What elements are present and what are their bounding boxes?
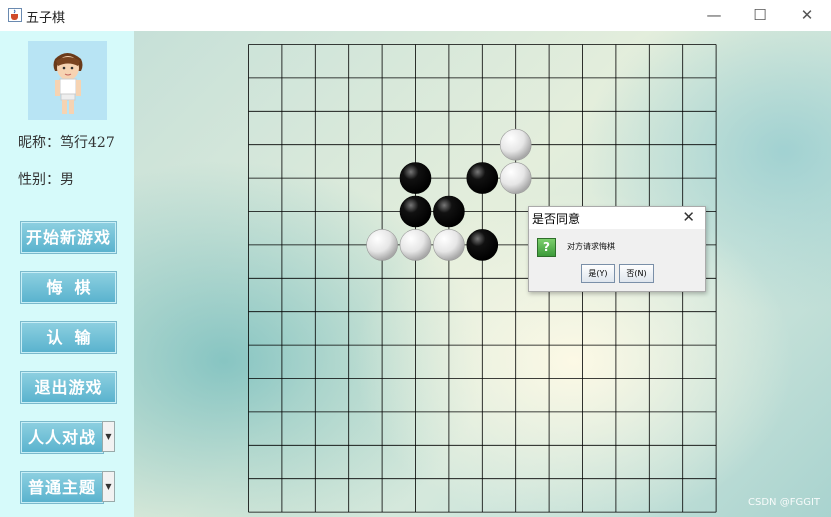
black-stone bbox=[399, 195, 432, 228]
new-game-button[interactable]: 开始新游戏 bbox=[21, 222, 116, 253]
gender-label: 性别： bbox=[18, 172, 60, 188]
black-stone bbox=[466, 162, 499, 194]
avatar-boy-icon bbox=[53, 53, 83, 114]
dialog-title: 是否同意 bbox=[532, 212, 581, 226]
mode-select[interactable]: 人人对战 bbox=[21, 422, 103, 453]
window-title: 五子棋 bbox=[26, 11, 66, 26]
white-stone bbox=[366, 229, 398, 261]
theme-select[interactable]: 普通主题 bbox=[21, 472, 103, 503]
gomoku-board[interactable] bbox=[134, 31, 831, 517]
minimize-button[interactable]: — bbox=[702, 4, 726, 26]
white-stone bbox=[399, 229, 432, 261]
gender-value: 男 bbox=[60, 172, 74, 188]
dialog-message: 对方请求悔棋 bbox=[567, 242, 615, 251]
avatar bbox=[28, 41, 107, 120]
undo-button[interactable]: 悔棋 bbox=[21, 272, 116, 303]
confirm-dialog: 是否同意 ✕ ? 对方请求悔棋 是(Y) 否(N) bbox=[528, 206, 706, 292]
maximize-button[interactable]: ☐ bbox=[748, 4, 772, 26]
white-stone bbox=[499, 162, 532, 194]
white-stone bbox=[499, 128, 532, 161]
question-icon: ? bbox=[537, 238, 556, 257]
watermark: CSDN @FGGIT bbox=[748, 497, 820, 508]
close-button[interactable]: ✕ bbox=[795, 4, 819, 26]
nickname-value: 笃行427 bbox=[60, 135, 115, 151]
gender-row: 性别：男 bbox=[18, 169, 74, 189]
mode-dropdown-arrow-icon[interactable]: ▼ bbox=[102, 421, 115, 452]
black-stone bbox=[399, 162, 432, 194]
yes-button[interactable]: 是(Y) bbox=[581, 264, 615, 283]
black-stone bbox=[466, 229, 499, 261]
nickname-label: 昵称： bbox=[18, 135, 60, 151]
dialog-titlebar: 是否同意 ✕ bbox=[529, 207, 705, 229]
theme-dropdown-arrow-icon[interactable]: ▼ bbox=[102, 471, 115, 502]
resign-button[interactable]: 认输 bbox=[21, 322, 116, 353]
java-cup-icon bbox=[8, 8, 22, 22]
exit-game-button[interactable]: 退出游戏 bbox=[21, 372, 116, 403]
white-stone bbox=[433, 229, 465, 261]
nickname-row: 昵称：笃行427 bbox=[18, 132, 115, 152]
no-button[interactable]: 否(N) bbox=[619, 264, 654, 283]
dialog-close-icon[interactable]: ✕ bbox=[682, 208, 695, 226]
black-stone bbox=[433, 195, 465, 228]
sidebar: 昵称：笃行427 性别：男 开始新游戏 悔棋 认输 退出游戏 人人对战 ▼ 普通… bbox=[0, 31, 134, 517]
window-titlebar: 五子棋 — ☐ ✕ bbox=[0, 0, 831, 31]
